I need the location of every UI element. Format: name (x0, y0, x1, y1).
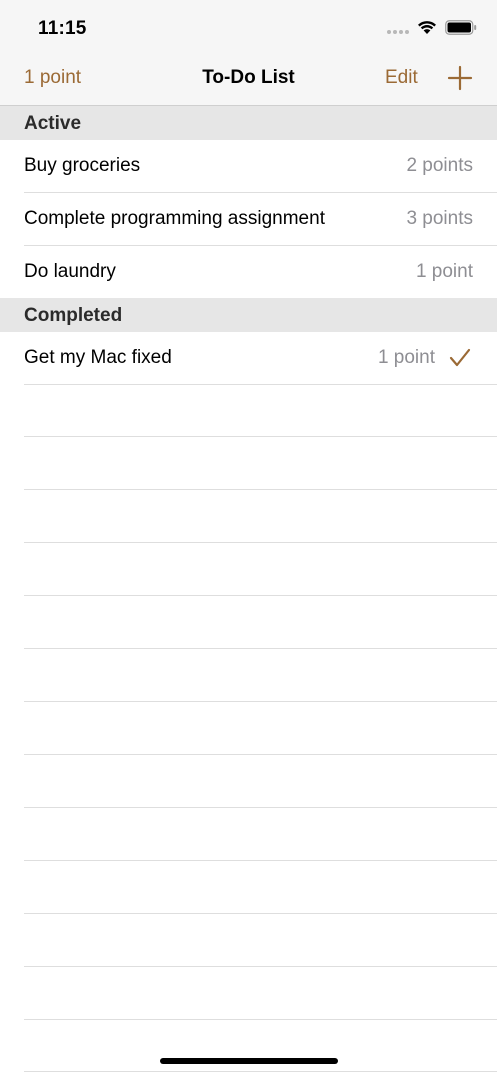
row-separator (24, 807, 497, 808)
section-title: Active (24, 113, 82, 134)
section-title: Completed (24, 305, 123, 326)
todo-screen: 11:15 1 point To-Do List Edit Active Buy… (0, 0, 497, 1075)
status-time: 11:15 (38, 18, 87, 39)
list-item[interactable]: Get my Mac fixed 1 point (0, 332, 497, 385)
item-points: 1 point (377, 347, 435, 368)
points-total-button[interactable]: 1 point (24, 67, 81, 89)
navigation-bar: 11:15 1 point To-Do List Edit (0, 0, 497, 106)
battery-icon (445, 20, 477, 35)
plus-icon[interactable] (446, 64, 474, 92)
item-title: Complete programming assignment (24, 208, 325, 229)
item-points: 3 points (406, 208, 473, 229)
checkmark-icon (449, 348, 471, 367)
home-indicator[interactable] (160, 1058, 338, 1064)
row-separator (24, 542, 497, 543)
wifi-icon (418, 21, 436, 34)
cellular-signal-icon (387, 29, 409, 34)
row-separator (24, 1071, 497, 1072)
row-separator (24, 595, 497, 596)
row-separator (24, 913, 497, 914)
status-icons (387, 20, 477, 35)
section-header-completed: Completed (0, 298, 497, 332)
row-separator (24, 754, 497, 755)
row-separator (24, 648, 497, 649)
list-item[interactable]: Do laundry 1 point (0, 246, 497, 299)
row-separator (24, 1019, 497, 1020)
item-title: Buy groceries (24, 155, 141, 176)
item-points: 2 points (406, 155, 473, 176)
item-points: 1 point (415, 261, 473, 282)
row-separator (24, 860, 497, 861)
section-header-active: Active (0, 106, 497, 140)
list-item[interactable]: Buy groceries 2 points (0, 140, 497, 193)
row-separator (24, 436, 497, 437)
row-separator (24, 489, 497, 490)
list-item[interactable]: Complete programming assignment 3 points (0, 193, 497, 246)
row-separator (24, 966, 497, 967)
item-title: Get my Mac fixed (24, 347, 172, 368)
edit-button[interactable]: Edit (385, 67, 418, 89)
row-separator (24, 701, 497, 702)
item-title: Do laundry (24, 261, 116, 282)
